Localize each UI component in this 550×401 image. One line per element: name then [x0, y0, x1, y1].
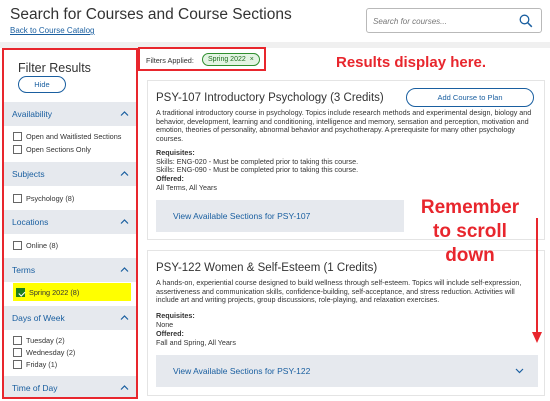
chip-label: Spring 2022 — [208, 56, 246, 63]
option-label: Psychology (8) — [26, 194, 75, 203]
filters-applied: Filters Applied: Spring 2022 × — [138, 47, 266, 71]
view-sections-label: View Available Sections for PSY-122 — [173, 366, 311, 376]
checkbox[interactable] — [13, 241, 22, 250]
option-wednesday[interactable]: Wednesday (2) — [13, 347, 75, 358]
option-open-waitlisted[interactable]: Open and Waitlisted Sections — [13, 131, 121, 142]
course-description: A traditional introductory course in psy… — [156, 108, 532, 144]
option-open-only[interactable]: Open Sections Only — [13, 144, 91, 155]
option-spring-2022[interactable]: Spring 2022 (8) — [16, 287, 79, 298]
close-icon[interactable]: × — [250, 56, 254, 63]
course-search-box[interactable] — [366, 8, 542, 33]
checkbox[interactable] — [13, 145, 22, 154]
annotation-line: Remember — [420, 197, 520, 218]
checkbox[interactable] — [13, 360, 22, 369]
filters-applied-label: Filters Applied: — [146, 56, 194, 65]
facet-subjects[interactable]: Subjects — [4, 162, 136, 186]
offered-value: All Terms, All Years — [156, 183, 217, 192]
option-tuesday[interactable]: Tuesday (2) — [13, 335, 65, 346]
offered-value: Fall and Spring, All Years — [156, 338, 236, 347]
facet-days-label: Days of Week — [12, 313, 65, 323]
back-to-catalog-link[interactable]: Back to Course Catalog — [10, 26, 95, 35]
option-label: Open Sections Only — [26, 145, 91, 154]
chevron-up-icon — [120, 111, 129, 116]
filter-title: Filter Results — [18, 61, 91, 75]
facet-availability[interactable]: Availability — [4, 102, 136, 126]
option-psychology[interactable]: Psychology (8) — [13, 193, 74, 204]
option-label: Wednesday (2) — [26, 348, 76, 357]
course-card-psy-122: PSY-122 Women & Self-Esteem (1 Credits) … — [147, 250, 545, 396]
page-title: Search for Courses and Course Sections — [10, 6, 292, 23]
facet-days-of-week[interactable]: Days of Week — [4, 306, 136, 330]
facet-terms[interactable]: Terms — [4, 258, 136, 282]
facet-terms-label: Terms — [12, 265, 36, 275]
course-description: A hands-on, experiential course designed… — [156, 278, 522, 305]
course-title: PSY-122 Women & Self-Esteem (1 Credits) — [156, 262, 378, 274]
chevron-up-icon — [120, 219, 129, 224]
chevron-up-icon — [120, 315, 129, 320]
facet-time-label: Time of Day — [12, 383, 58, 393]
checkbox[interactable] — [13, 348, 22, 357]
checkbox[interactable] — [13, 132, 22, 141]
option-label: Tuesday (2) — [26, 336, 65, 345]
view-sections-psy-122[interactable]: View Available Sections for PSY-122 — [156, 355, 538, 387]
checkbox[interactable] — [13, 194, 22, 203]
requisite-item: Skills: ENG-090 - Must be completed prio… — [156, 165, 359, 174]
annotation-line: down — [445, 245, 495, 266]
add-course-to-plan-button[interactable]: Add Course to Plan — [406, 88, 534, 107]
option-label: Online (8) — [26, 241, 59, 250]
checkbox-checked[interactable] — [16, 288, 25, 297]
option-label: Spring 2022 (8) — [29, 288, 80, 297]
chevron-up-icon — [120, 385, 129, 390]
chevron-up-icon — [120, 171, 129, 176]
search-icon[interactable] — [519, 14, 533, 28]
chevron-up-icon — [120, 267, 129, 272]
annotation-remember: Remember to scroll down — [412, 196, 528, 268]
filter-panel: Filter Results Hide Availability Open an… — [2, 48, 138, 399]
facet-time-of-day[interactable]: Time of Day — [4, 376, 136, 397]
course-title: PSY-107 Introductory Psychology (3 Credi… — [156, 92, 384, 104]
annotation-results: Results display here. — [336, 54, 487, 71]
option-friday[interactable]: Friday (1) — [13, 359, 57, 370]
chevron-down-icon — [515, 368, 524, 374]
facet-subjects-label: Subjects — [12, 169, 45, 179]
option-label: Friday (1) — [26, 360, 58, 369]
facet-locations-label: Locations — [12, 217, 49, 227]
checkbox[interactable] — [13, 336, 22, 345]
facet-availability-label: Availability — [12, 109, 53, 119]
scroll-down-arrow — [532, 218, 542, 343]
hide-filters-button[interactable]: Hide — [18, 76, 66, 93]
annotation-line: to scroll — [433, 221, 507, 242]
view-sections-psy-107[interactable]: View Available Sections for PSY-107 — [156, 200, 404, 232]
view-sections-label: View Available Sections for PSY-107 — [173, 211, 311, 221]
option-online[interactable]: Online (8) — [13, 240, 58, 251]
facet-locations[interactable]: Locations — [4, 210, 136, 234]
search-input[interactable] — [373, 14, 513, 28]
option-label: Open and Waitlisted Sections — [26, 132, 122, 141]
filter-chip-spring-2022[interactable]: Spring 2022 × — [202, 53, 260, 66]
